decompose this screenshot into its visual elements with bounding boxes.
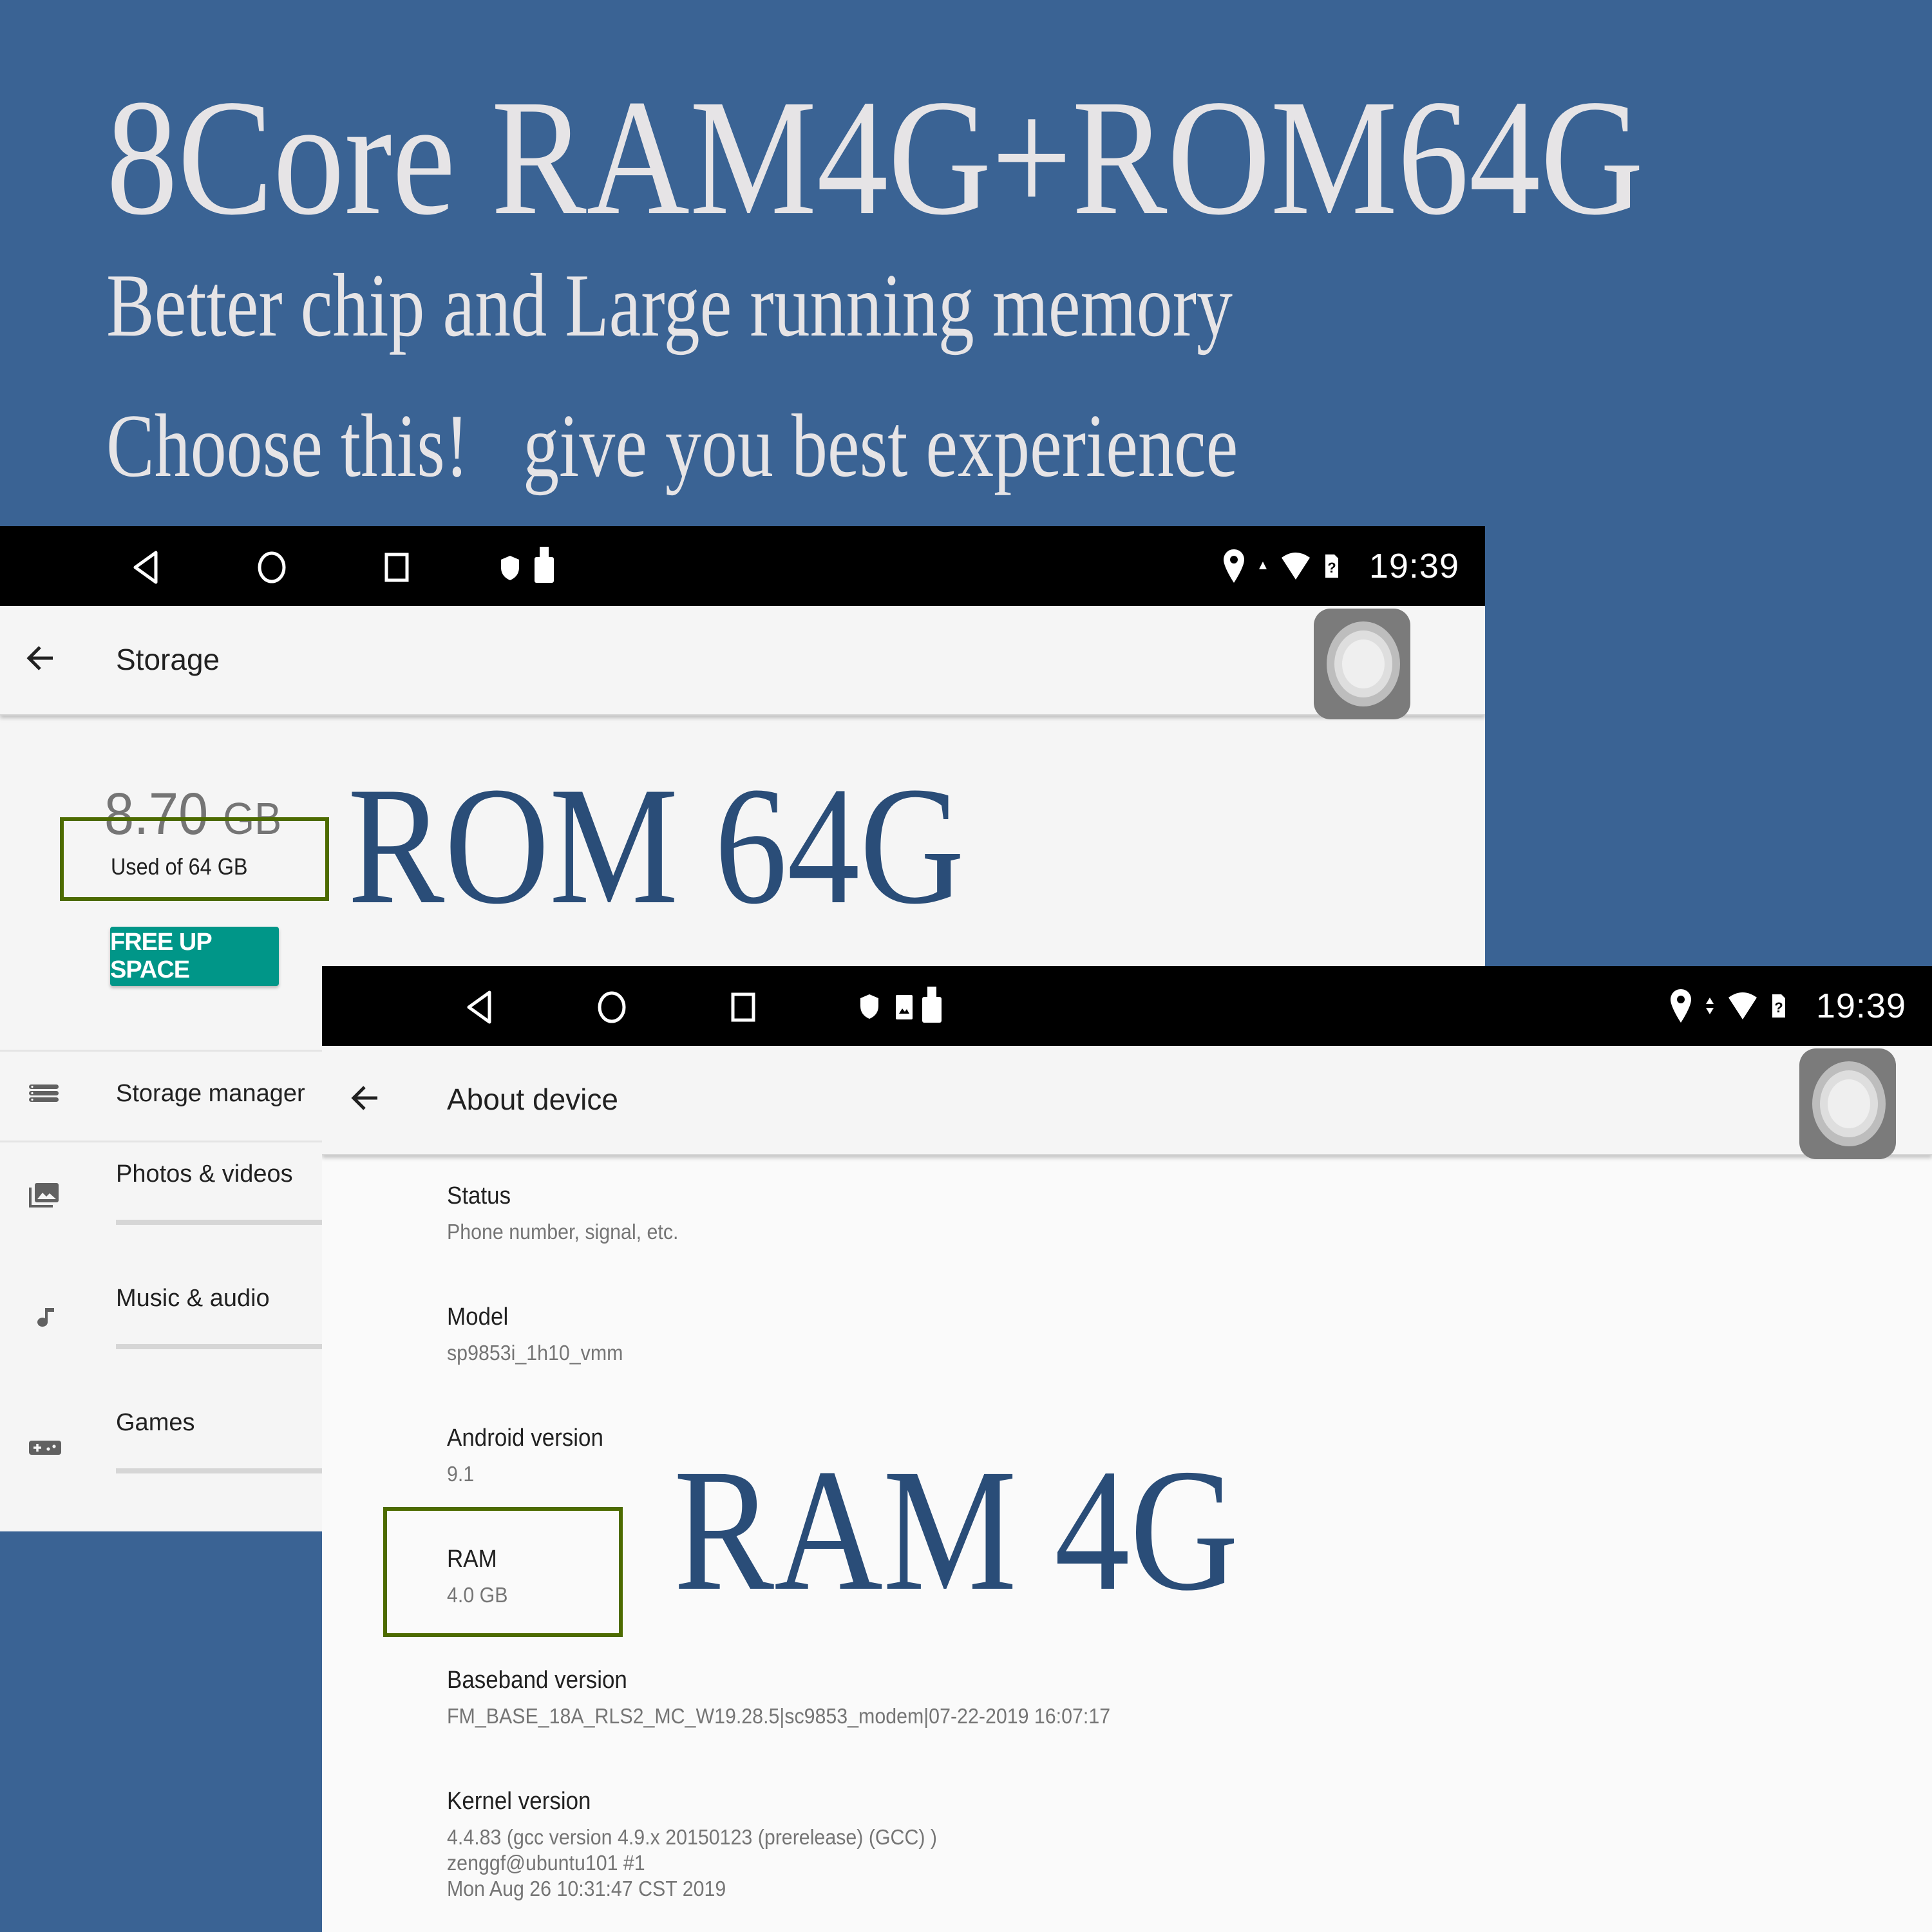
status-time: 19:39 (1368, 547, 1459, 585)
svg-text:?: ? (1327, 560, 1336, 576)
music-note-icon (37, 1308, 54, 1327)
pref-model[interactable]: Model sp9853i_1h10_vmm (447, 1303, 638, 1366)
photos-icon (29, 1183, 59, 1208)
storage-item-photos[interactable]: Photos & videos (0, 1142, 322, 1265)
storage-item-usage-bar (116, 1344, 322, 1349)
data-activity-icon (1705, 998, 1714, 1014)
image-icon (896, 995, 913, 1019)
assistive-touch-button[interactable] (1799, 1048, 1896, 1159)
nav-back-icon[interactable] (465, 990, 493, 1024)
back-arrow-icon[interactable] (26, 643, 55, 673)
pref-title: Kernel version (447, 1788, 591, 1815)
usb-icon (535, 547, 554, 583)
storage-item-label: Music & audio (116, 1285, 270, 1312)
pref-status[interactable]: Status Phone number, signal, etc. (447, 1182, 699, 1245)
status-bar: ? 19:39 (322, 966, 1932, 1046)
svg-text:?: ? (1774, 999, 1783, 1016)
nav-recents-icon[interactable] (730, 990, 756, 1024)
about-app-bar: About device (322, 1046, 1932, 1159)
storage-item-label: Photos & videos (116, 1160, 293, 1188)
banner-title: 8Core RAM4G+ROM64G (106, 65, 1644, 249)
status-icons: ? 19:39 (1222, 526, 1459, 606)
nav-back-icon[interactable] (131, 551, 160, 584)
pref-summary-line: zenggf@ubuntu101 #1 (447, 1851, 645, 1875)
data-activity-icon (1258, 562, 1267, 569)
highlight-box-storage (60, 817, 329, 901)
nav-recents-icon[interactable] (384, 551, 410, 584)
page-title: Storage (116, 643, 220, 676)
rom-overlay-label: ROM 64G (348, 752, 965, 939)
highlight-box-ram (383, 1507, 623, 1637)
page-title: About device (447, 1083, 618, 1116)
pref-title: Status (447, 1182, 511, 1209)
pref-title: Model (447, 1303, 509, 1331)
shield-icon (501, 556, 519, 580)
shield-icon (860, 994, 878, 1019)
no-sim-icon: ? (1325, 554, 1338, 578)
storage-item-usage-bar (116, 1468, 322, 1473)
status-icons: ? 19:39 (1669, 966, 1906, 1046)
pref-summary: sp9853i_1h10_vmm (447, 1341, 623, 1365)
back-arrow-icon[interactable] (350, 1083, 380, 1113)
status-time: 19:39 (1815, 987, 1906, 1025)
storage-app-bar: Storage (0, 606, 1485, 719)
storage-item-storage-manager[interactable]: Storage manager (0, 1052, 322, 1141)
no-sim-icon: ? (1772, 994, 1785, 1018)
wifi-icon (1728, 992, 1757, 1019)
storage-item-music[interactable]: Music & audio (0, 1267, 322, 1389)
pref-summary: Phone number, signal, etc. (447, 1220, 679, 1244)
storage-item-usage-bar (116, 1220, 322, 1225)
pref-kernel-version[interactable]: Kernel version 4.4.83 (gcc version 4.9.x… (447, 1788, 980, 1902)
location-icon (1223, 549, 1244, 583)
usb-icon (922, 987, 942, 1023)
nav-home-icon[interactable] (256, 551, 287, 584)
pref-summary: FM_BASE_18A_RLS2_MC_W19.28.5|sc9853_mode… (447, 1704, 1111, 1728)
assistive-touch-button[interactable] (1314, 609, 1410, 719)
pref-summary-line: Mon Aug 26 10:31:47 CST 2019 (447, 1877, 726, 1900)
storage-item-label: Storage manager (116, 1080, 305, 1107)
free-up-space-button[interactable]: FREE UP SPACE (110, 927, 279, 986)
status-bar: ? 19:39 (0, 526, 1485, 606)
about-device-screen: ? 19:39 About device Status Phone number… (322, 966, 1932, 1932)
pref-title: Baseband version (447, 1667, 627, 1694)
pref-summary: 9.1 (447, 1462, 475, 1486)
nav-home-icon[interactable] (596, 990, 627, 1024)
ram-overlay-label: RAM 4G (674, 1433, 1239, 1627)
storage-item-label: Games (116, 1409, 195, 1436)
banner-subtitle-2: Choose this! give you best experience (106, 396, 1238, 496)
pref-summary-line: 4.4.83 (gcc version 4.9.x 20150123 (prer… (447, 1825, 938, 1849)
pref-baseband-version[interactable]: Baseband version FM_BASE_18A_RLS2_MC_W19… (447, 1667, 1168, 1729)
storage-item-games[interactable]: Games (0, 1391, 322, 1513)
banner-subtitle-1: Better chip and Large running memory (106, 256, 1233, 355)
pref-title: Android version (447, 1425, 603, 1452)
wifi-icon (1281, 553, 1310, 580)
location-icon (1670, 989, 1691, 1023)
storage-manager-icon (29, 1084, 59, 1102)
pref-android-version[interactable]: Android version 9.1 (447, 1425, 617, 1487)
gamepad-icon (29, 1441, 61, 1455)
